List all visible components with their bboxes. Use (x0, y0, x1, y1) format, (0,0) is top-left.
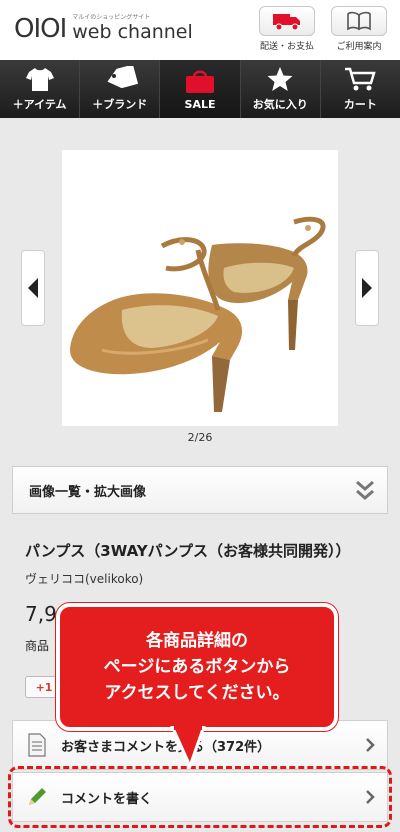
callout-line-2: ページにあるボタンから (103, 657, 291, 677)
delivery-button-label: 配送・お支払 (259, 42, 314, 52)
tag-icon (107, 66, 138, 89)
image-list-label: 画像一覧・拡大画像 (29, 484, 147, 500)
product-name: パンプス（3WAYパンプス（お客様共同開発）） (25, 542, 351, 560)
pumps-illustration (70, 216, 326, 412)
site-header: OIOI マルイのショッピングサイト web channel 配送・お支払 ご利… (0, 0, 400, 60)
logo-text: web channel (72, 21, 193, 43)
nav-sale-label: SALE (184, 97, 216, 111)
next-image-button[interactable] (355, 250, 379, 326)
view-reviews-label: お客さまコメントを見る（372件） (61, 739, 271, 755)
gplus-label: +1 (35, 680, 53, 694)
usage-guide-button[interactable]: ご利用案内 (328, 6, 390, 52)
nav-item-brand[interactable]: ＋ブランド (80, 60, 161, 118)
document-icon (25, 733, 49, 757)
cart-icon (345, 67, 377, 91)
truck-icon (273, 14, 300, 31)
logo-mark: OIOI (14, 14, 67, 44)
product-image[interactable] (62, 150, 338, 426)
nav-cart-label: カート (343, 98, 377, 111)
nav-item-cart[interactable]: カート (320, 60, 400, 118)
nav-brand-label: ＋ブランド (92, 98, 148, 111)
image-list-button[interactable]: 画像一覧・拡大画像 (12, 466, 388, 514)
guide-button-box[interactable] (331, 6, 387, 36)
nav-favorites-label: お気に入り (252, 98, 308, 111)
tshirt-icon (25, 68, 54, 91)
nav-item-label: ＋アイテム (12, 98, 67, 111)
prev-image-button[interactable] (21, 250, 45, 326)
instruction-callout: 各商品詳細の ページにあるボタンから アクセスしてください。 (56, 603, 338, 731)
star-icon (267, 67, 293, 91)
logo-text-group: マルイのショッピングサイト web channel (72, 14, 193, 42)
delivery-payment-button[interactable]: 配送・お支払 (256, 6, 318, 52)
callout-line-1: 各商品詳細の (146, 631, 248, 651)
product-label: 商品 (25, 639, 50, 653)
site-logo[interactable]: OIOI マルイのショッピングサイト web channel (14, 14, 193, 42)
nav-item-item[interactable]: ＋アイテム (0, 60, 81, 118)
main-nav: ＋アイテム ＋ブランド SALE お気に入り カート (0, 60, 400, 118)
delivery-button-box[interactable] (259, 6, 315, 36)
callout-line-3: アクセスしてください。 (104, 683, 290, 703)
book-icon (347, 11, 371, 31)
chevron-right-icon (366, 738, 375, 752)
guide-button-label: ご利用案内 (336, 42, 382, 52)
highlight-dashed-frame (8, 766, 392, 828)
double-chevron-down-icon (356, 480, 374, 500)
nav-item-sale[interactable]: SALE (160, 60, 241, 118)
shopping-bag-icon (186, 70, 214, 93)
callout-pointer (170, 726, 206, 770)
chevron-left-icon (28, 278, 38, 298)
chevron-right-icon (362, 278, 372, 298)
image-counter: 2/26 (187, 431, 213, 444)
nav-item-favorites[interactable]: お気に入り (240, 60, 321, 118)
product-brand[interactable]: ヴェリココ(velikoko) (25, 570, 143, 587)
